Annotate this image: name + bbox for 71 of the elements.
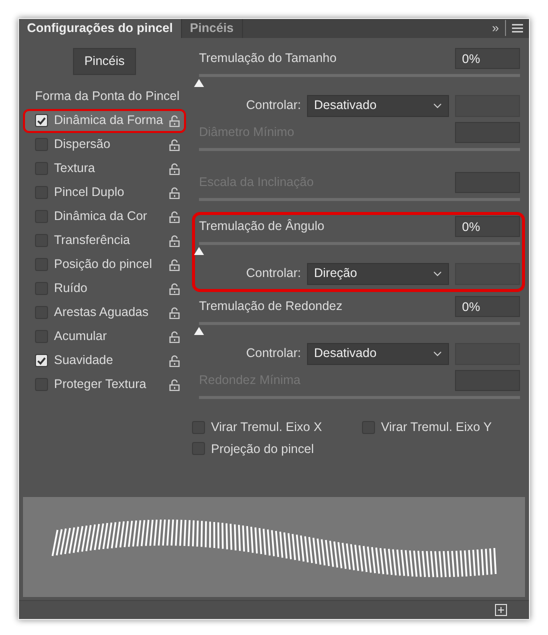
option-label: Virar Tremul. Eixo Y [381,418,492,436]
option-label: Virar Tremul. Eixo X [211,418,322,436]
panel-tab[interactable]: Configurações do pincel [19,19,182,38]
control-label: Controlar: [246,345,301,362]
option-row[interactable]: Dispersão [23,132,186,157]
option-row[interactable]: Transferência [23,228,186,253]
collapse-icon[interactable]: » [492,19,499,38]
value-field[interactable]: 0% [455,216,520,238]
value-field [455,122,520,144]
lock-icon[interactable] [169,282,180,295]
option-label: Projeção do pincel [211,440,314,458]
lock-icon[interactable] [169,258,180,271]
lock-icon[interactable] [169,330,180,343]
option-label: Dispersão [54,136,112,154]
checkbox[interactable] [35,114,48,128]
value-field[interactable]: 0% [455,296,520,318]
option-row[interactable]: Pincel Duplo [23,180,186,205]
control-dropdown[interactable]: Direção [307,262,449,285]
option-row[interactable]: Dinâmica da Cor [23,204,186,229]
option-label: Dinâmica da Forma [54,112,164,130]
lock-icon[interactable] [169,210,180,223]
chevron-down-icon [433,350,442,357]
menu-icon[interactable] [512,24,523,33]
option-label: Arestas Aguadas [54,304,150,322]
option-label: Dinâmica da Cor [54,208,148,226]
lock-icon[interactable] [169,234,180,247]
option-row[interactable]: Arestas Aguadas [23,300,186,325]
option-row[interactable]: Dinâmica da Forma [23,108,186,133]
control-dropdown[interactable]: Desativado [307,342,449,365]
chevron-down-icon [433,102,442,109]
setting-label: Tremulação de Ângulo [199,218,326,236]
option-label: Acumular [54,328,108,346]
lock-icon[interactable] [169,354,180,367]
option-row[interactable]: Ruído [23,276,186,301]
value-field [455,262,520,285]
option-label: Proteger Textura [54,376,148,394]
divider-icon [505,20,506,36]
option-label: Suavidade [54,352,114,370]
setting-label: Tremulação de Redondez [199,298,344,316]
lock-icon[interactable] [169,306,180,319]
option-label: Textura [54,160,96,178]
slider-thumb[interactable] [193,78,205,88]
option-label: Forma da Ponta do Pincel [35,88,180,106]
new-brush-icon[interactable] [495,604,507,616]
value-field[interactable]: 0% [455,48,520,70]
brushes-button[interactable]: Pincéis [73,48,136,75]
option-row[interactable]: Textura [23,156,186,181]
option-row[interactable]: Proteger Textura [23,372,186,397]
setting-label: Tremulação do Tamanho [199,50,338,68]
lock-icon[interactable] [169,114,180,127]
option-label: Transferência [54,232,131,250]
control-dropdown[interactable]: Desativado [307,94,449,117]
option-label: Pincel Duplo [54,184,126,202]
option-row[interactable]: Acumular [23,324,186,349]
checkbox[interactable] [35,354,48,368]
control-label: Controlar: [246,265,301,282]
lock-icon[interactable] [169,138,180,151]
value-field [455,172,520,194]
slider-thumb[interactable] [193,246,205,256]
option-label: Posição do pincel [54,256,153,274]
chevron-down-icon [433,270,442,277]
option-row[interactable]: Forma da Ponta do Pincel [23,84,186,109]
option-row[interactable]: Suavidade [23,348,186,373]
lock-icon[interactable] [169,186,180,199]
option-row[interactable]: Posição do pincel [23,252,186,277]
value-field [455,370,520,392]
lock-icon[interactable] [169,378,180,391]
option-label: Ruído [54,280,88,298]
slider-thumb[interactable] [193,326,205,336]
control-label: Controlar: [246,97,301,114]
lock-icon[interactable] [169,162,180,175]
